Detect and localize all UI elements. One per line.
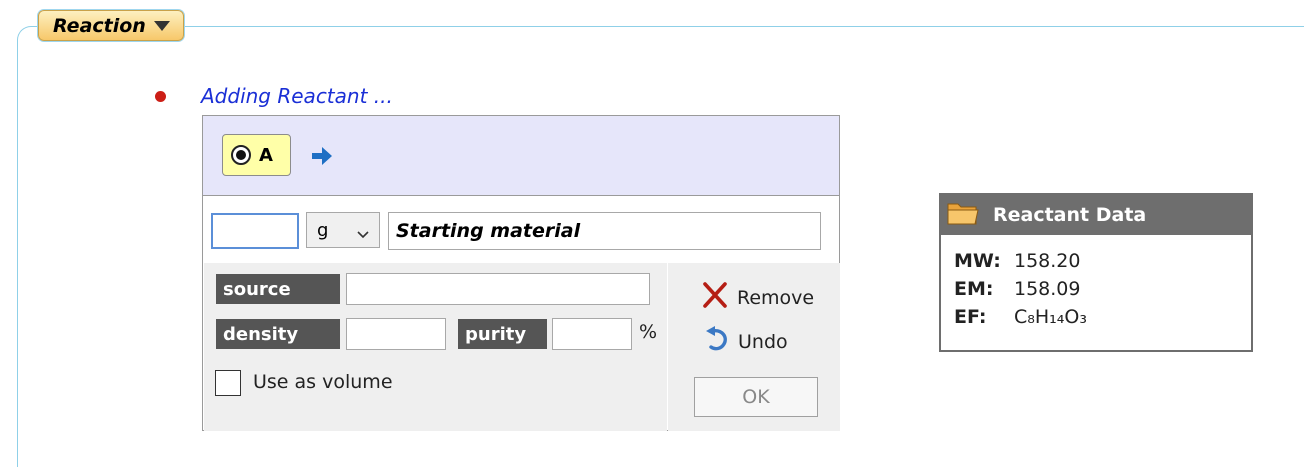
caret-down-icon — [153, 20, 170, 31]
use-as-volume-label: Use as volume — [253, 371, 393, 393]
reactant-data-title: Reactant Data — [993, 204, 1147, 226]
mw-row: MW: 158.20 — [954, 250, 1080, 272]
reactant-editor-header: A — [203, 116, 839, 196]
undo-button[interactable]: Undo — [704, 325, 788, 358]
chevron-down-icon — [357, 224, 369, 245]
reactant-name-value: Starting material — [396, 220, 581, 242]
x-icon — [701, 281, 737, 314]
ef-value: C₈H₁₄O₃ — [1014, 306, 1087, 328]
ef-label: EF: — [954, 306, 987, 328]
amount-input[interactable] — [211, 213, 299, 249]
unit-select[interactable]: g — [306, 212, 380, 248]
mw-label: MW: — [954, 250, 1001, 272]
remove-button[interactable]: Remove — [701, 281, 814, 314]
purity-unit: % — [639, 321, 658, 343]
density-input[interactable] — [346, 318, 446, 350]
properties-panel: source density purity % Use as volume — [204, 263, 667, 431]
arrow-right-icon[interactable] — [310, 144, 334, 172]
mw-value: 158.20 — [1014, 250, 1081, 272]
undo-icon — [704, 325, 738, 358]
reactant-data-header: Reactant Data — [941, 195, 1251, 235]
purity-label: purity — [458, 319, 547, 349]
use-as-volume-checkbox[interactable] — [215, 370, 241, 396]
reactant-label: A — [259, 144, 273, 166]
em-row: EM: 158.09 — [954, 278, 1080, 300]
reaction-section-tab[interactable]: Reaction — [38, 10, 184, 41]
undo-label: Undo — [738, 330, 788, 353]
remove-label: Remove — [737, 286, 815, 309]
reactant-data-panel: Reactant Data MW: 158.20 EM: 158.09 EF: C₈H… — [939, 193, 1253, 352]
ok-button[interactable]: OK — [694, 377, 818, 417]
reactant-editor: A g Starting material source density pur… — [202, 115, 840, 431]
actions-panel: Remove Undo OK — [668, 263, 840, 431]
adding-reactant-title: Adding Reactant ... — [201, 84, 393, 108]
reactant-name-input[interactable]: Starting material — [388, 212, 821, 250]
em-value: 158.09 — [1014, 278, 1081, 300]
purity-input[interactable] — [552, 318, 632, 350]
radio-selected-icon — [231, 145, 251, 165]
folder-icon — [947, 200, 993, 231]
unit-select-value: g — [317, 219, 329, 241]
source-label: source — [216, 274, 340, 304]
section-tab-label: Reaction — [53, 14, 146, 37]
density-label: density — [216, 319, 340, 349]
ef-row: EF: C₈H₁₄O₃ — [954, 306, 1087, 328]
reactant-label-button[interactable]: A — [222, 134, 291, 176]
em-label: EM: — [954, 278, 994, 300]
source-input[interactable] — [346, 273, 650, 305]
bullet-icon — [155, 91, 166, 102]
